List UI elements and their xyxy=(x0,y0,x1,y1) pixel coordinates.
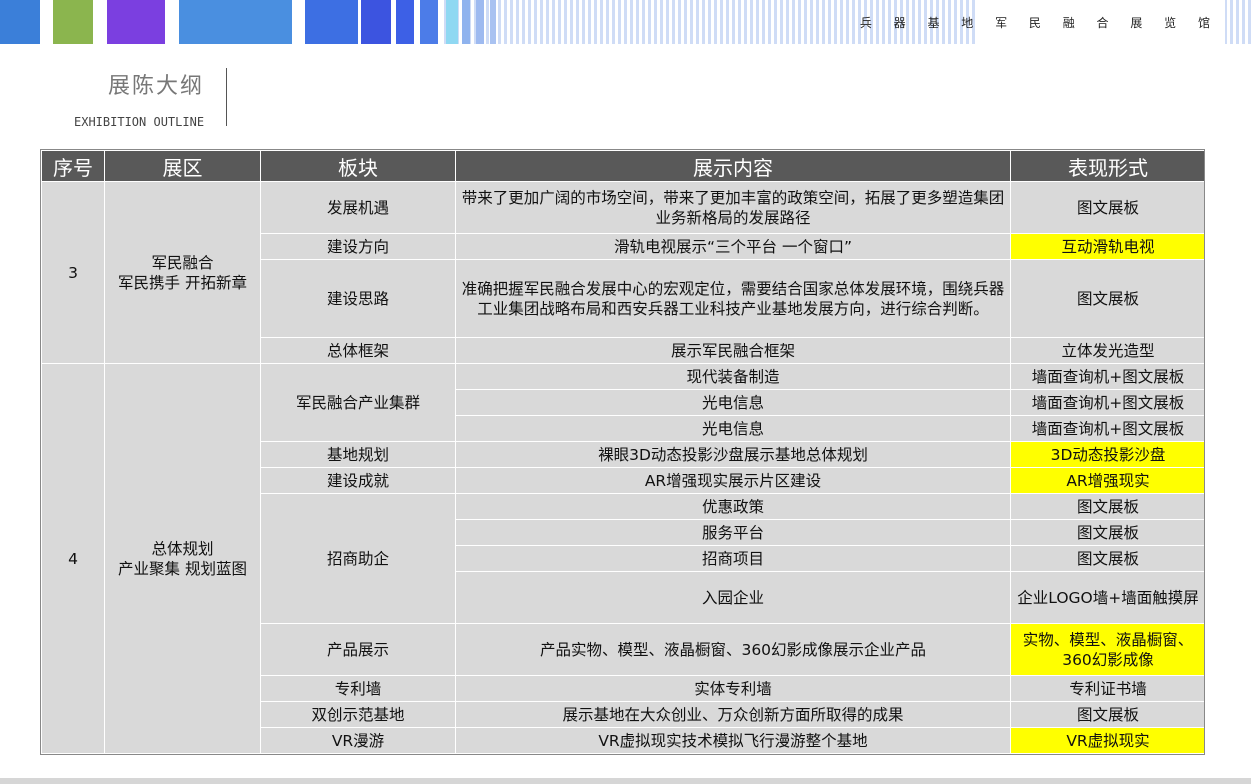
content-cell: 展示基地在大众创业、万众创新方面所取得的成果 xyxy=(455,701,1011,728)
header-stripe-3 xyxy=(107,0,165,44)
block-cell: VR漫游 xyxy=(260,727,456,754)
form-cell: 墙面查询机+图文展板 xyxy=(1010,415,1206,442)
header-brand-text: 兵 器 基 地 军 民 融 合 展 览 馆 xyxy=(859,16,1219,30)
block-cell: 专利墙 xyxy=(260,675,456,702)
content-cell: 服务平台 xyxy=(455,519,1011,546)
table-row: 4 总体规划 产业聚集 规划蓝图 军民融合产业集群 现代装备制造 墙面查询机+图文展板 xyxy=(41,363,1206,754)
header-cell-content: 展示内容 xyxy=(455,150,1011,182)
form-cell: 图文展板 xyxy=(1010,181,1206,234)
section-number-cell: 3 xyxy=(41,181,105,364)
header-cell-no: 序号 xyxy=(41,150,105,182)
content-cell: 实体专利墙 xyxy=(455,675,1011,702)
header-stripe-2 xyxy=(53,0,93,44)
header-stripe-10 xyxy=(462,0,470,44)
form-cell: VR虚拟现实 xyxy=(1010,727,1206,754)
header-stripe-11 xyxy=(476,0,484,44)
header-stripe-4 xyxy=(179,0,292,44)
content-cell: 带来了更加广阔的市场空间，带来了更加丰富的政策空间，拓展了更多塑造集团业务新格局… xyxy=(455,181,1011,234)
block-cell: 基地规划 xyxy=(260,441,456,468)
content-cell: 现代装备制造 xyxy=(455,363,1011,390)
form-cell: 立体发光造型 xyxy=(1010,337,1206,364)
block-cell: 建设思路 xyxy=(260,259,456,338)
block-cell: 招商助企 xyxy=(260,493,456,624)
header-cell-zone: 展区 xyxy=(104,150,261,182)
outline-table: 序号 展区 板块 展示内容 表现形式 3 军民融合 军民携手 开拓新章 发展机遇 带来… xyxy=(41,150,1206,754)
page-subtitle: EXHIBITION OUTLINE xyxy=(74,115,205,129)
form-cell: 墙面查询机+图文展板 xyxy=(1010,389,1206,416)
footer-strip xyxy=(0,778,1251,784)
form-cell: 墙面查询机+图文展板 xyxy=(1010,363,1206,390)
content-cell: 产品实物、模型、液晶橱窗、360幻影成像展示企业产品 xyxy=(455,623,1011,676)
form-cell: 图文展板 xyxy=(1010,545,1206,572)
form-cell: 3D动态投影沙盘 xyxy=(1010,441,1206,468)
form-cell: 专利证书墙 xyxy=(1010,675,1206,702)
header-stripe-7 xyxy=(396,0,414,44)
title-divider xyxy=(226,68,227,126)
table-header-row: 序号 展区 板块 展示内容 表现形式 xyxy=(41,150,1206,182)
zone-cell: 总体规划 产业聚集 规划蓝图 xyxy=(104,363,261,754)
form-cell: 图文展板 xyxy=(1010,259,1206,338)
header-stripe-5 xyxy=(305,0,358,44)
form-cell: 实物、模型、液晶橱窗、360幻影成像 xyxy=(1010,623,1206,676)
header-stripe-12 xyxy=(490,0,496,44)
table-body: 3 军民融合 军民携手 开拓新章 发展机遇 带来了更加广阔的市场空间，带来了更加丰富的… xyxy=(41,181,1206,754)
content-cell: 光电信息 xyxy=(455,415,1011,442)
block-cell: 建设方向 xyxy=(260,233,456,260)
content-cell: 滑轨电视展示“三个平台 一个窗口” xyxy=(455,233,1011,260)
table-row: 3 军民融合 军民携手 开拓新章 发展机遇 带来了更加广阔的市场空间，带来了更加丰富的… xyxy=(41,181,1206,364)
content-cell: 光电信息 xyxy=(455,389,1011,416)
content-cell: 裸眼3D动态投影沙盘展示基地总体规划 xyxy=(455,441,1011,468)
content-cell: 入园企业 xyxy=(455,571,1011,624)
header-stripe-6 xyxy=(361,0,391,44)
section-number-cell: 4 xyxy=(41,363,105,754)
form-cell: 图文展板 xyxy=(1010,701,1206,728)
content-cell: 展示军民融合框架 xyxy=(455,337,1011,364)
page-title: 展陈大纲 xyxy=(108,74,205,99)
content-cell: AR增强现实展示片区建设 xyxy=(455,467,1011,494)
content-cell: 招商项目 xyxy=(455,545,1011,572)
block-cell: 双创示范基地 xyxy=(260,701,456,728)
content-cell: VR虚拟现实技术模拟飞行漫游整个基地 xyxy=(455,727,1011,754)
header-stripe-9 xyxy=(446,0,458,44)
form-cell: AR增强现实 xyxy=(1010,467,1206,494)
form-cell: 互动滑轨电视 xyxy=(1010,233,1206,260)
block-cell: 军民融合产业集群 xyxy=(260,363,456,442)
header-stripe-8 xyxy=(420,0,438,44)
header-cell-form: 表现形式 xyxy=(1010,150,1206,182)
form-cell: 图文展板 xyxy=(1010,519,1206,546)
block-cell: 总体框架 xyxy=(260,337,456,364)
header-stripe-1 xyxy=(0,0,40,44)
content-cell: 准确把握军民融合发展中心的宏观定位，需要结合国家总体发展环境，围绕兵器工业集团战… xyxy=(455,259,1011,338)
block-cell: 建设成就 xyxy=(260,467,456,494)
form-cell: 图文展板 xyxy=(1010,493,1206,520)
zone-cell: 军民融合 军民携手 开拓新章 xyxy=(104,181,261,364)
block-cell: 发展机遇 xyxy=(260,181,456,234)
form-cell: 企业LOGO墙+墙面触摸屏 xyxy=(1010,571,1206,624)
content-cell: 优惠政策 xyxy=(455,493,1011,520)
block-cell: 产品展示 xyxy=(260,623,456,676)
header-cell-block: 板块 xyxy=(260,150,456,182)
